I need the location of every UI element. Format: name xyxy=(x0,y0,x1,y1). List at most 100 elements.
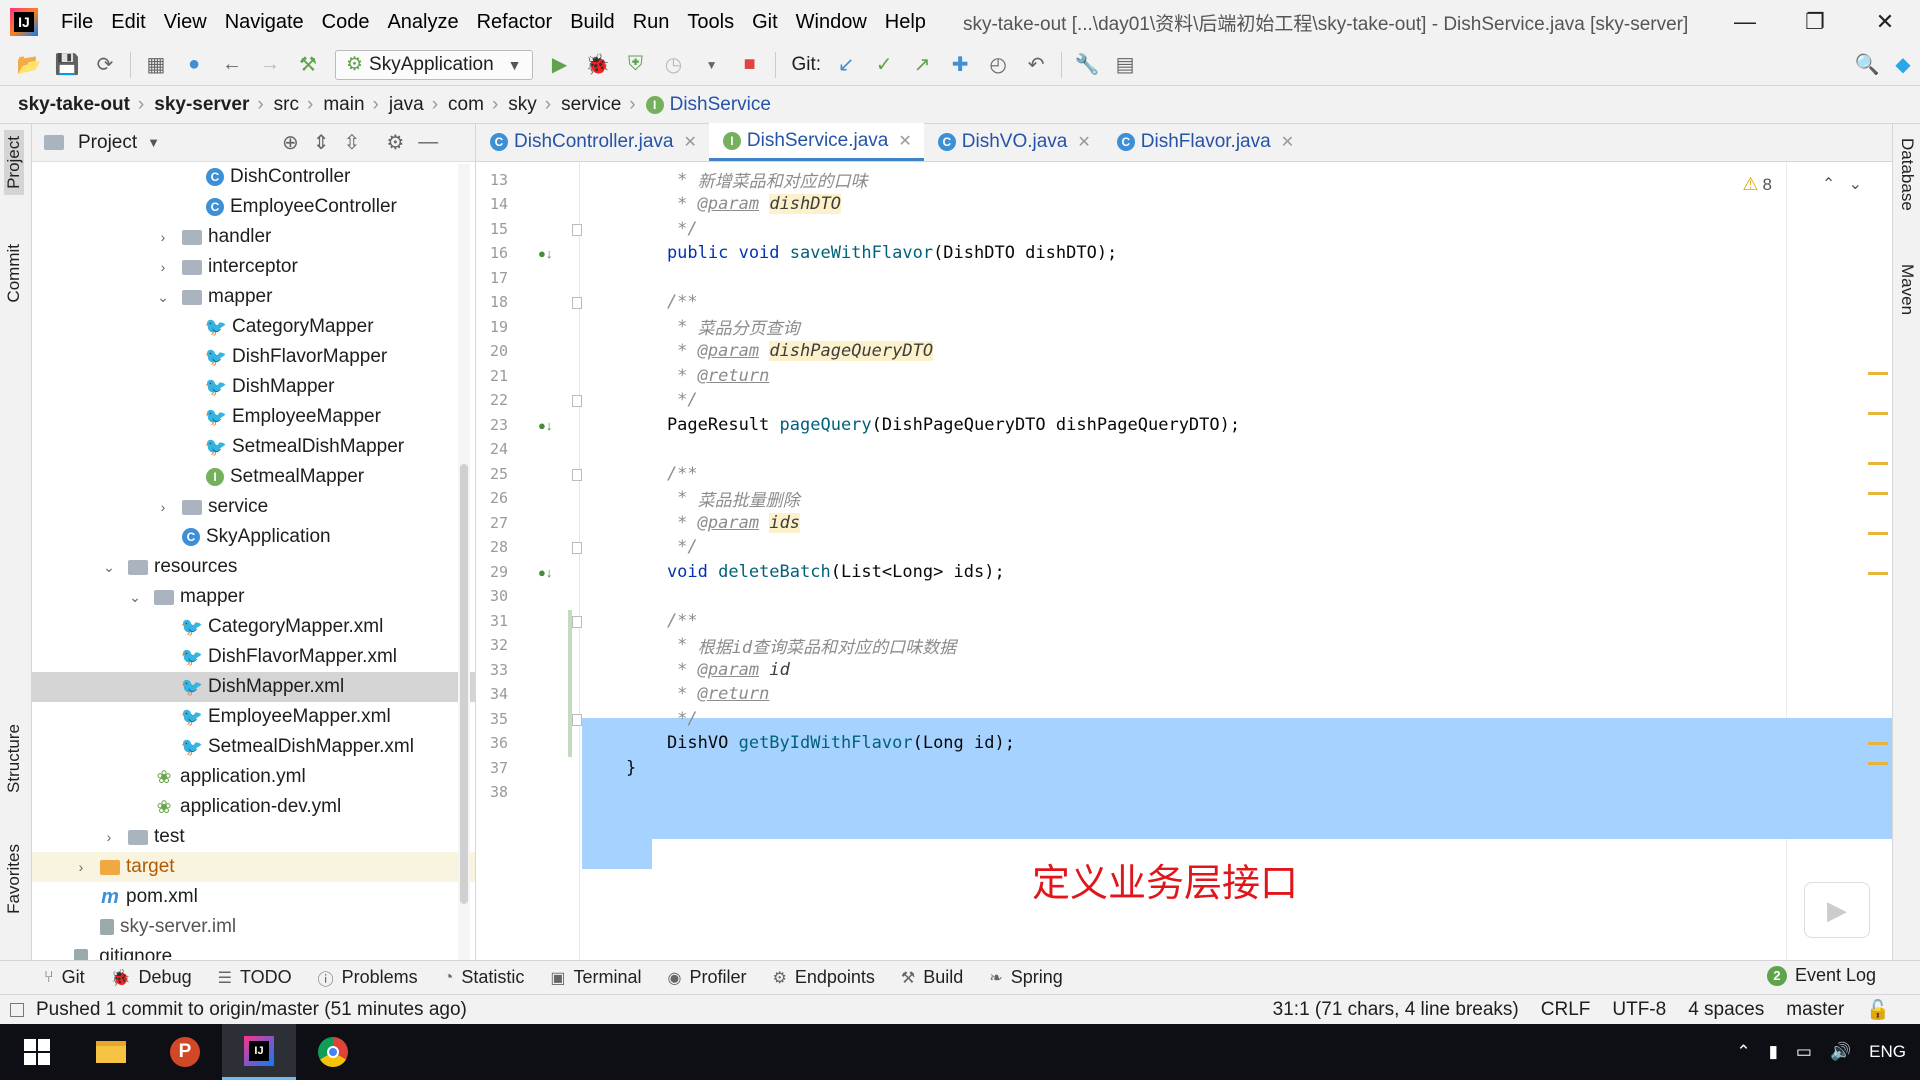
file-encoding[interactable]: UTF-8 xyxy=(1612,999,1666,1021)
git-fetch-icon[interactable]: ✚ xyxy=(947,52,973,78)
line-number[interactable]: 19 xyxy=(476,318,508,336)
structure-tool-tab[interactable]: Structure xyxy=(4,724,24,793)
chevron-down-icon[interactable]: ▼ xyxy=(147,135,160,150)
fold-marker-icon[interactable] xyxy=(572,395,582,407)
warning-indicator[interactable]: ⚠ 8 xyxy=(1742,174,1772,195)
implemented-marker-icon[interactable]: ●↓ xyxy=(538,418,552,433)
tool-profiler[interactable]: ◉ Profiler xyxy=(668,966,747,990)
git-update-icon[interactable]: ↙ xyxy=(833,52,859,78)
tree-item[interactable]: ⌄ resources xyxy=(32,552,475,582)
fold-marker-icon[interactable] xyxy=(572,297,582,309)
tree-item[interactable]: 🐦 EmployeeMapper xyxy=(32,402,475,432)
tree-item[interactable]: sky-server.iml xyxy=(32,912,475,942)
chevron-right-icon[interactable]: › xyxy=(156,499,170,515)
tool-todo[interactable]: ☰ TODO xyxy=(218,966,292,990)
menu-analyze[interactable]: Analyze xyxy=(378,11,467,34)
tree-item[interactable]: 🐦 CategoryMapper.xml xyxy=(32,612,475,642)
close-tab-icon[interactable]: ✕ xyxy=(898,131,911,151)
implemented-marker-icon[interactable]: ●↓ xyxy=(538,246,552,261)
chevron-down-icon[interactable]: ⌄ xyxy=(1849,176,1862,193)
line-number[interactable]: 32 xyxy=(476,636,508,654)
line-number[interactable]: 31 xyxy=(476,612,508,630)
line-number[interactable]: 36 xyxy=(476,734,508,752)
tool-problems[interactable]: ⓘ Problems xyxy=(318,966,418,990)
tool-build[interactable]: ⚒ Build xyxy=(901,966,963,990)
breadcrumb-item[interactable]: sky xyxy=(508,94,537,116)
lock-icon[interactable]: 🔓 xyxy=(1866,998,1890,1022)
chevron-down-icon[interactable]: ⌄ xyxy=(102,559,116,576)
tree-item[interactable]: › test xyxy=(32,822,475,852)
history-icon[interactable]: ◴ xyxy=(985,52,1011,78)
menu-edit[interactable]: Edit xyxy=(102,11,154,34)
database-tool-tab[interactable]: Database xyxy=(1897,138,1917,211)
rollback-icon[interactable]: ↶ xyxy=(1023,52,1049,78)
line-number[interactable]: 22 xyxy=(476,391,508,409)
line-number[interactable]: 24 xyxy=(476,440,508,458)
menu-tools[interactable]: Tools xyxy=(678,11,743,34)
event-log-button[interactable]: 2 Event Log xyxy=(1766,965,1876,986)
line-number[interactable]: 17 xyxy=(476,269,508,287)
status-message[interactable]: Pushed 1 commit to origin/master (51 min… xyxy=(36,999,467,1021)
tree-scrollbar[interactable] xyxy=(458,164,470,960)
editor-tab[interactable]: I DishService.java ✕ xyxy=(708,123,924,161)
stop-icon[interactable]: ■ xyxy=(737,52,763,78)
warning-marker[interactable] xyxy=(1868,412,1888,415)
caret-position[interactable]: 31:1 (71 chars, 4 line breaks) xyxy=(1273,999,1519,1021)
project-view-title[interactable]: Project xyxy=(78,132,137,154)
close-tab-icon[interactable]: ✕ xyxy=(1281,132,1294,152)
tree-item[interactable]: 🐦 DishMapper xyxy=(32,372,475,402)
tray-network-icon[interactable]: ▭ xyxy=(1796,1042,1812,1062)
line-number[interactable]: 26 xyxy=(476,489,508,507)
tray-language[interactable]: ENG xyxy=(1869,1042,1906,1062)
tree-item[interactable]: C SkyApplication xyxy=(32,522,475,552)
collapse-all-icon[interactable]: ⇳ xyxy=(344,130,361,155)
warning-marker[interactable] xyxy=(1868,532,1888,535)
file-explorer-icon[interactable] xyxy=(74,1024,148,1080)
close-window-button[interactable]: ✕ xyxy=(1850,0,1920,44)
tree-item[interactable]: 🐦 DishFlavorMapper.xml xyxy=(32,642,475,672)
tree-item[interactable]: 🐦 DishFlavorMapper xyxy=(32,342,475,372)
tree-item[interactable]: C EmployeeController xyxy=(32,192,475,222)
line-number[interactable]: 12 xyxy=(476,162,508,164)
code-editor[interactable]: 12 13 14 15 16 ●↓ 17 18 19 20 21 22 23 ●↓ 24 25 26 27 28 29… xyxy=(476,162,1892,960)
line-number[interactable]: 21 xyxy=(476,367,508,385)
debug-icon[interactable]: 🐞 xyxy=(585,52,611,78)
chevron-right-icon[interactable]: › xyxy=(156,259,170,275)
warning-marker[interactable] xyxy=(1868,372,1888,375)
git-push-icon[interactable]: ↗ xyxy=(909,52,935,78)
fold-marker-icon[interactable] xyxy=(572,713,582,726)
forward-arrow-icon[interactable]: → xyxy=(257,52,283,78)
breadcrumb-item[interactable]: java xyxy=(389,94,424,116)
line-number[interactable]: 35 xyxy=(476,710,508,728)
breadcrumb-item[interactable]: DishService xyxy=(670,94,771,116)
open-folder-icon[interactable]: 📂 xyxy=(16,52,42,78)
line-number[interactable]: 27 xyxy=(476,514,508,532)
fold-marker-icon[interactable] xyxy=(572,615,582,628)
line-number[interactable]: 30 xyxy=(476,587,508,605)
warning-marker[interactable] xyxy=(1868,572,1888,575)
tree-item[interactable]: .gitignore xyxy=(32,942,475,960)
vcs-change-bar[interactable] xyxy=(568,609,572,757)
tool-spring[interactable]: ❧ Spring xyxy=(989,966,1062,990)
line-number[interactable]: 18 xyxy=(476,293,508,311)
chevron-right-icon[interactable]: › xyxy=(74,859,88,875)
sync-icon[interactable]: ⟳ xyxy=(92,52,118,78)
tree-item[interactable]: ❀ application.yml xyxy=(32,762,475,792)
tray-battery-icon[interactable]: ▮ xyxy=(1769,1042,1778,1062)
chevron-down-icon[interactable]: ⌄ xyxy=(128,589,142,606)
project-structure-icon[interactable]: ▦ xyxy=(143,52,169,78)
chevron-right-icon[interactable]: › xyxy=(156,229,170,245)
maven-tool-tab[interactable]: Maven xyxy=(1897,264,1917,315)
breadcrumb-item[interactable]: com xyxy=(448,94,484,116)
tree-item[interactable]: 🐦 DishMapper.xml xyxy=(32,672,475,702)
editor-tab[interactable]: C DishFlavor.java ✕ xyxy=(1103,123,1306,161)
save-all-icon[interactable]: 💾 xyxy=(54,52,80,78)
tree-item[interactable]: 🐦 CategoryMapper xyxy=(32,312,475,342)
tree-item[interactable]: › interceptor xyxy=(32,252,475,282)
chrome-icon[interactable] xyxy=(296,1024,370,1080)
line-number[interactable]: 15 xyxy=(476,220,508,238)
tool-terminal[interactable]: ▣ Terminal xyxy=(550,966,641,990)
tree-item[interactable]: C DishController xyxy=(32,162,475,192)
favorites-tool-tab[interactable]: Favorites xyxy=(4,844,24,914)
warning-marker[interactable] xyxy=(1868,492,1888,495)
